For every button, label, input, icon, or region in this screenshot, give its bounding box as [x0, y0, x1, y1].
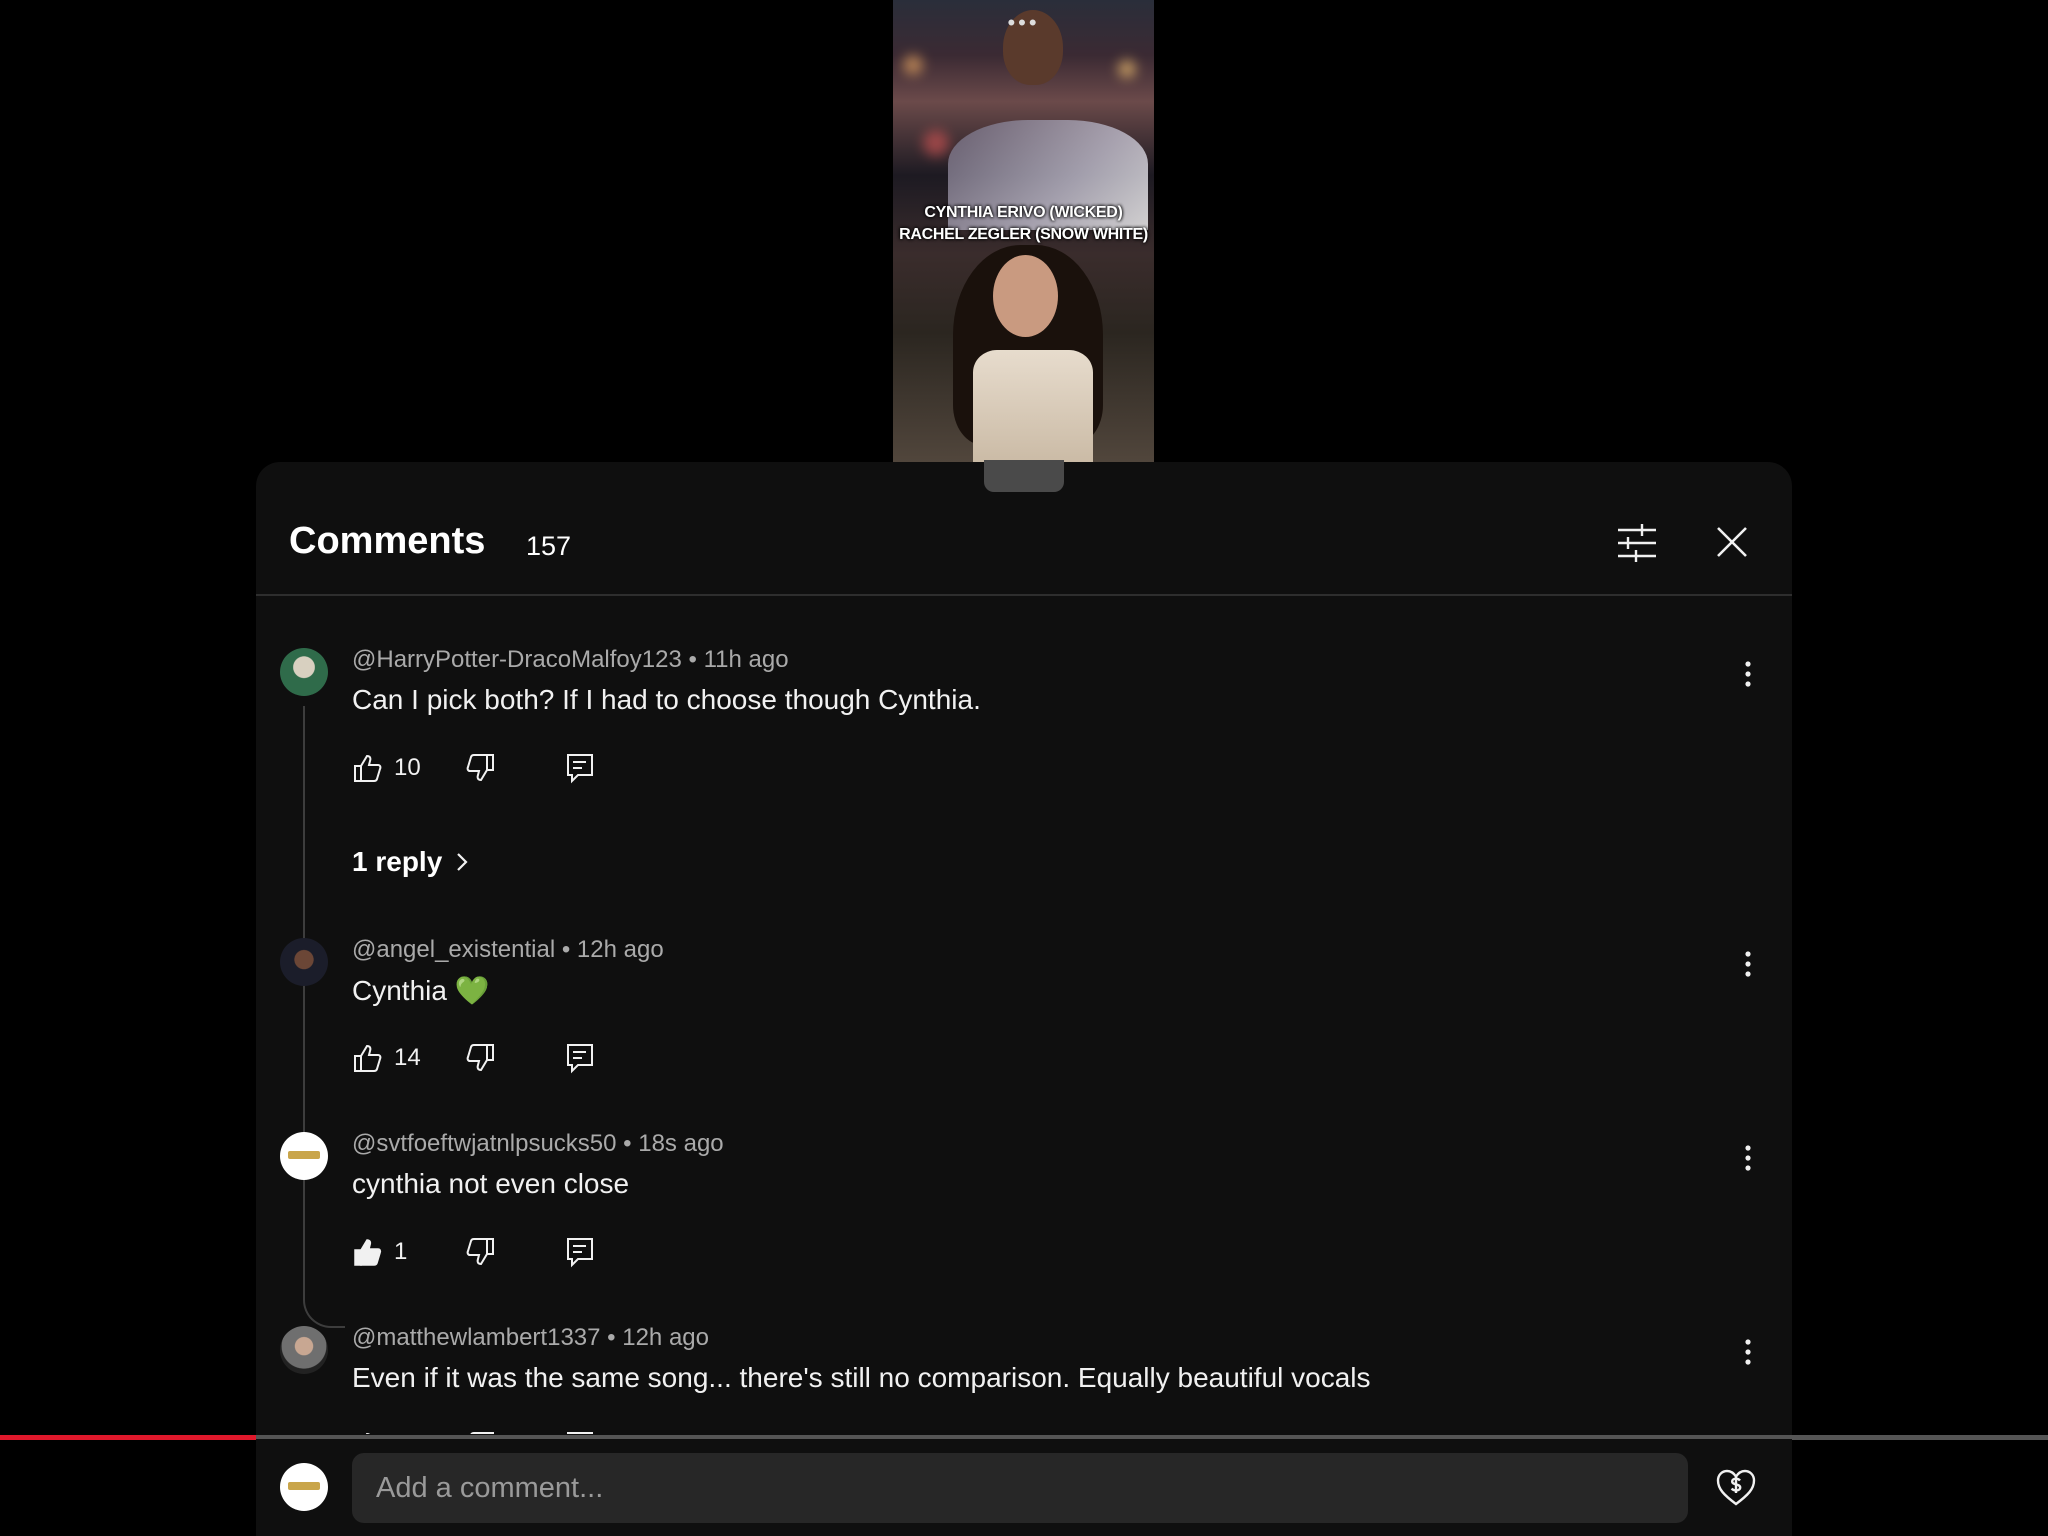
comment-time[interactable]: 18s ago — [638, 1130, 723, 1157]
background-light — [1118, 60, 1136, 78]
background-light — [903, 55, 923, 75]
video-caption: CYNTHIA ERIVO (WICKED) RACHEL ZEGLER (SN… — [893, 202, 1154, 246]
comment-text: Cynthia 💚 — [352, 975, 490, 1006]
current-user-avatar — [280, 1463, 328, 1511]
view-replies-button[interactable]: 1 reply — [352, 846, 470, 878]
chevron-right-icon — [457, 853, 468, 871]
comment-meta: @angel_existential • 12h ago — [352, 936, 664, 964]
more-vertical-icon — [1745, 951, 1751, 977]
video-player[interactable]: ••• CYNTHIA ERIVO (WICKED) RACHEL ZEGLER… — [893, 0, 1154, 462]
comment-menu-button[interactable] — [1736, 1140, 1760, 1176]
more-vertical-icon — [1745, 661, 1751, 687]
close-button[interactable] — [1714, 524, 1750, 560]
reply-button[interactable] — [564, 1428, 596, 1434]
comment-menu-button[interactable] — [1736, 656, 1760, 692]
like-count: 1 — [394, 1238, 408, 1265]
thumbs-up-icon — [365, 1432, 371, 1434]
avatar-logo — [288, 1151, 320, 1159]
comment-text: Even if it was the same song... there's … — [352, 1362, 1371, 1393]
more-vertical-icon — [1745, 1145, 1751, 1171]
thumbs-down-icon — [466, 1044, 494, 1072]
comments-panel: Comments 157 @HarryPotter-DracoMalfoy123… — [256, 460, 1792, 1536]
thumbs-up-filled-icon — [354, 1239, 382, 1266]
comment-text: Can I pick both? If I had to choose thou… — [352, 684, 981, 715]
more-vertical-icon — [1745, 1339, 1751, 1365]
dislike-button[interactable] — [464, 1040, 496, 1076]
comments-header: Comments 157 — [256, 462, 1792, 596]
like-count: 14 — [394, 1044, 421, 1071]
dislike-button[interactable] — [464, 750, 496, 786]
add-comment-input[interactable] — [352, 1453, 1688, 1523]
reply-icon — [567, 1044, 593, 1074]
performer-bottom-dress — [973, 350, 1093, 462]
more-options-icon[interactable]: ••• — [893, 12, 1154, 34]
meta-separator: • — [600, 1324, 623, 1351]
comment-text: cynthia not even close — [352, 1168, 630, 1199]
performer-bottom — [993, 255, 1058, 337]
dislike-button[interactable] — [464, 1234, 496, 1270]
close-icon — [1717, 527, 1747, 557]
reply-icon — [567, 754, 593, 784]
avatar[interactable] — [280, 648, 328, 696]
like-button[interactable]: 10 — [352, 750, 421, 786]
thumbs-down-icon — [466, 1238, 494, 1266]
comment-time[interactable]: 11h ago — [704, 646, 789, 673]
comment-time[interactable]: 12h ago — [577, 936, 664, 963]
reply-button[interactable] — [564, 750, 596, 786]
comment-author[interactable]: @matthewlambert1337 — [352, 1324, 600, 1351]
caption-line-2: RACHEL ZEGLER (SNOW WHITE) — [899, 226, 1148, 243]
comment-count: 157 — [526, 531, 572, 561]
sort-filter-button[interactable] — [1616, 522, 1658, 564]
video-progress-fill — [0, 1435, 256, 1440]
reply-icon — [567, 1432, 593, 1434]
dislike-button[interactable] — [464, 1428, 496, 1434]
background-light — [923, 130, 949, 156]
comment-thread: @matthewlambert1337 • 12h ago Even if it… — [256, 1324, 1792, 1434]
avatar[interactable] — [280, 1326, 328, 1374]
like-button[interactable] — [352, 1428, 384, 1434]
comment-menu-button[interactable] — [1736, 946, 1760, 982]
super-thanks-button[interactable] — [1714, 1465, 1758, 1509]
like-button[interactable]: 1 — [352, 1234, 407, 1270]
thumbs-down-icon — [466, 754, 494, 782]
reply-icon — [567, 1238, 593, 1268]
comment-author[interactable]: @angel_existential — [352, 936, 555, 963]
thumbs-up-icon — [354, 754, 382, 782]
comment-author[interactable]: @HarryPotter-DracoMalfoy123 — [352, 646, 682, 673]
avatar[interactable] — [280, 938, 328, 986]
thumbs-up-icon — [354, 1044, 382, 1072]
meta-separator: • — [616, 1130, 639, 1157]
thread-connector — [303, 706, 345, 1328]
sliders-icon — [1618, 524, 1656, 562]
like-count: 10 — [394, 754, 421, 781]
comment-meta: @svtfoeftwjatnlpsucks50 • 18s ago — [352, 1130, 724, 1158]
comment-menu-button[interactable] — [1736, 1334, 1760, 1370]
comment-meta: @matthewlambert1337 • 12h ago — [352, 1324, 709, 1352]
meta-separator: • — [555, 936, 577, 963]
heart-dollar-icon — [1716, 1469, 1756, 1506]
comment-composer — [256, 1439, 1792, 1536]
comment-meta: @HarryPotter-DracoMalfoy123 • 11h ago — [352, 646, 789, 674]
reply-button[interactable] — [564, 1040, 596, 1076]
reply-button[interactable] — [564, 1234, 596, 1270]
comment-time[interactable]: 12h ago — [622, 1324, 709, 1351]
avatar[interactable] — [280, 1132, 328, 1180]
like-button[interactable]: 14 — [352, 1040, 421, 1076]
comment-author[interactable]: @svtfoeftwjatnlpsucks50 — [352, 1130, 616, 1157]
panel-title: Comments — [289, 520, 486, 562]
avatar-logo — [288, 1482, 320, 1490]
replies-count: 1 reply — [352, 846, 443, 877]
caption-line-1: CYNTHIA ERIVO (WICKED) — [924, 204, 1123, 221]
thumbs-down-icon — [470, 1432, 494, 1434]
meta-separator: • — [681, 646, 704, 673]
